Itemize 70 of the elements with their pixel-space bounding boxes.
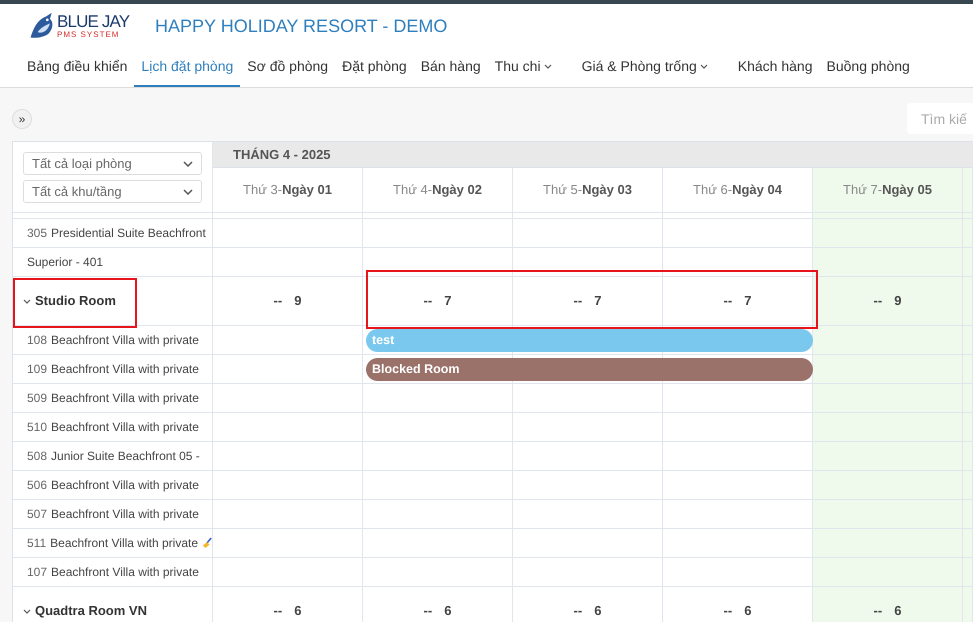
- dash-text: --: [274, 292, 282, 310]
- nav-tab[interactable]: Bán hàng: [414, 48, 488, 87]
- available-count: 6: [444, 602, 452, 620]
- dash-text: --: [424, 602, 432, 620]
- room-number: 506: [27, 477, 48, 494]
- room-type-toggle[interactable]: Quadtra Room VN: [23, 601, 147, 621]
- room-number: 107: [27, 564, 48, 581]
- room-name: Beachfront Villa with private: [51, 361, 199, 378]
- available-count: 9: [294, 292, 302, 310]
- available-count: 6: [294, 602, 302, 620]
- day-header: Thứ 5-Ngày 03: [513, 168, 663, 213]
- search-field[interactable]: Tìm kiế: [907, 103, 973, 134]
- nav-tab[interactable]: Khách hàng: [730, 48, 820, 87]
- room-name: Presidential Suite Beachfront: [51, 225, 206, 242]
- room-number: 508: [27, 448, 48, 465]
- available-count: 9: [894, 292, 902, 310]
- nav-tab[interactable]: Sơ đồ phòng: [240, 48, 336, 87]
- available-count: 6: [894, 602, 902, 620]
- dash-text: --: [724, 292, 732, 310]
- chevron-down-icon: [183, 188, 193, 194]
- chevron-down-icon: [183, 160, 193, 166]
- available-count: 7: [444, 292, 452, 310]
- room-number: 507: [27, 506, 48, 523]
- dash-text: --: [574, 292, 582, 310]
- dash-text: --: [874, 292, 882, 310]
- room-name: Superior - 401: [27, 254, 104, 271]
- logo-name: BLUE JAY: [57, 13, 130, 30]
- day-header: Thứ 4-Ngày 02: [363, 168, 513, 213]
- room-name: Beachfront Villa with private: [51, 390, 199, 407]
- nav-tab[interactable]: Thu chi: [488, 48, 559, 87]
- day-header: Thứ 3-Ngày 01: [213, 168, 363, 213]
- expand-sidebar-button[interactable]: »: [12, 108, 32, 128]
- available-count: 7: [744, 292, 752, 310]
- room-number: 109: [27, 361, 48, 378]
- dash-text: --: [424, 292, 432, 310]
- room-name: Beachfront Villa with private: [51, 506, 199, 523]
- room-name: Beachfront Villa with private: [51, 332, 199, 349]
- nav-tab[interactable]: Giá & Phòng trống: [574, 48, 715, 87]
- chevron-down-icon: [23, 298, 31, 304]
- dash-text: --: [724, 602, 732, 620]
- room-name: Beachfront Villa with private: [50, 535, 198, 552]
- day-header: Thứ 7-Ngày 05: [813, 168, 963, 213]
- filter-dropdown[interactable]: Tất cả khu/tầng: [23, 180, 202, 203]
- room-name: Beachfront Villa with private: [51, 419, 199, 436]
- room-type-toggle[interactable]: Studio Room: [23, 291, 116, 311]
- booking-bar[interactable]: Blocked Room: [366, 358, 813, 381]
- available-count: 7: [594, 292, 602, 310]
- logo-subtitle: PMS SYSTEM: [57, 31, 120, 39]
- room-name: Junior Suite Beachfront 05 -: [51, 448, 200, 465]
- hotel-title: HAPPY HOLIDAY RESORT - DEMO: [155, 14, 448, 38]
- nav-tab[interactable]: Bảng điều khiển: [20, 48, 134, 87]
- available-count: 6: [594, 602, 602, 620]
- dash-text: --: [574, 602, 582, 620]
- nav-tab[interactable]: Đặt phòng: [335, 48, 414, 87]
- day-header: Thứ 6-Ngày 04: [663, 168, 813, 213]
- room-name: Beachfront Villa with private: [51, 477, 199, 494]
- grid-cell: [963, 168, 973, 213]
- chevron-down-icon: [23, 608, 31, 614]
- dash-text: --: [874, 602, 882, 620]
- room-name: Beachfront Villa with private: [51, 564, 199, 581]
- nav-tab[interactable]: Buồng phòng: [820, 48, 917, 87]
- room-number: 305: [27, 225, 48, 242]
- month-header: THÁNG 4 - 2025: [213, 142, 973, 168]
- room-number: 509: [27, 390, 48, 407]
- filter-dropdown[interactable]: Tất cả loại phòng: [23, 152, 202, 175]
- room-number: 510: [27, 419, 48, 436]
- available-count: 6: [744, 602, 752, 620]
- room-number: 511: [27, 535, 46, 552]
- room-number: 108: [27, 332, 48, 349]
- dash-text: --: [274, 602, 282, 620]
